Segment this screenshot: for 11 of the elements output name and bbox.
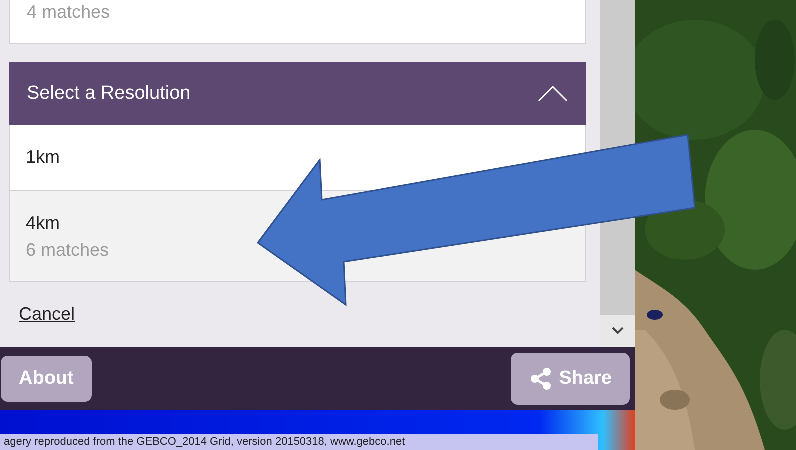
resolution-header[interactable]: Select a Resolution bbox=[9, 62, 586, 125]
chevron-icon bbox=[538, 86, 568, 102]
attribution-text: agery reproduced from the GEBCO_2014 Grid, version 20150318, www.gebco.net bbox=[0, 434, 598, 450]
scroll-down-icon[interactable] bbox=[612, 327, 624, 335]
match-count: 6 matches bbox=[26, 240, 110, 261]
share-icon bbox=[529, 366, 554, 390]
option-label: 4km bbox=[26, 213, 62, 234]
header-title: Select a Resolution bbox=[27, 82, 191, 104]
option-label: 1km bbox=[26, 147, 62, 168]
match-count: 4 matches bbox=[27, 2, 110, 23]
cancel-link[interactable]: Cancel bbox=[19, 304, 76, 325]
